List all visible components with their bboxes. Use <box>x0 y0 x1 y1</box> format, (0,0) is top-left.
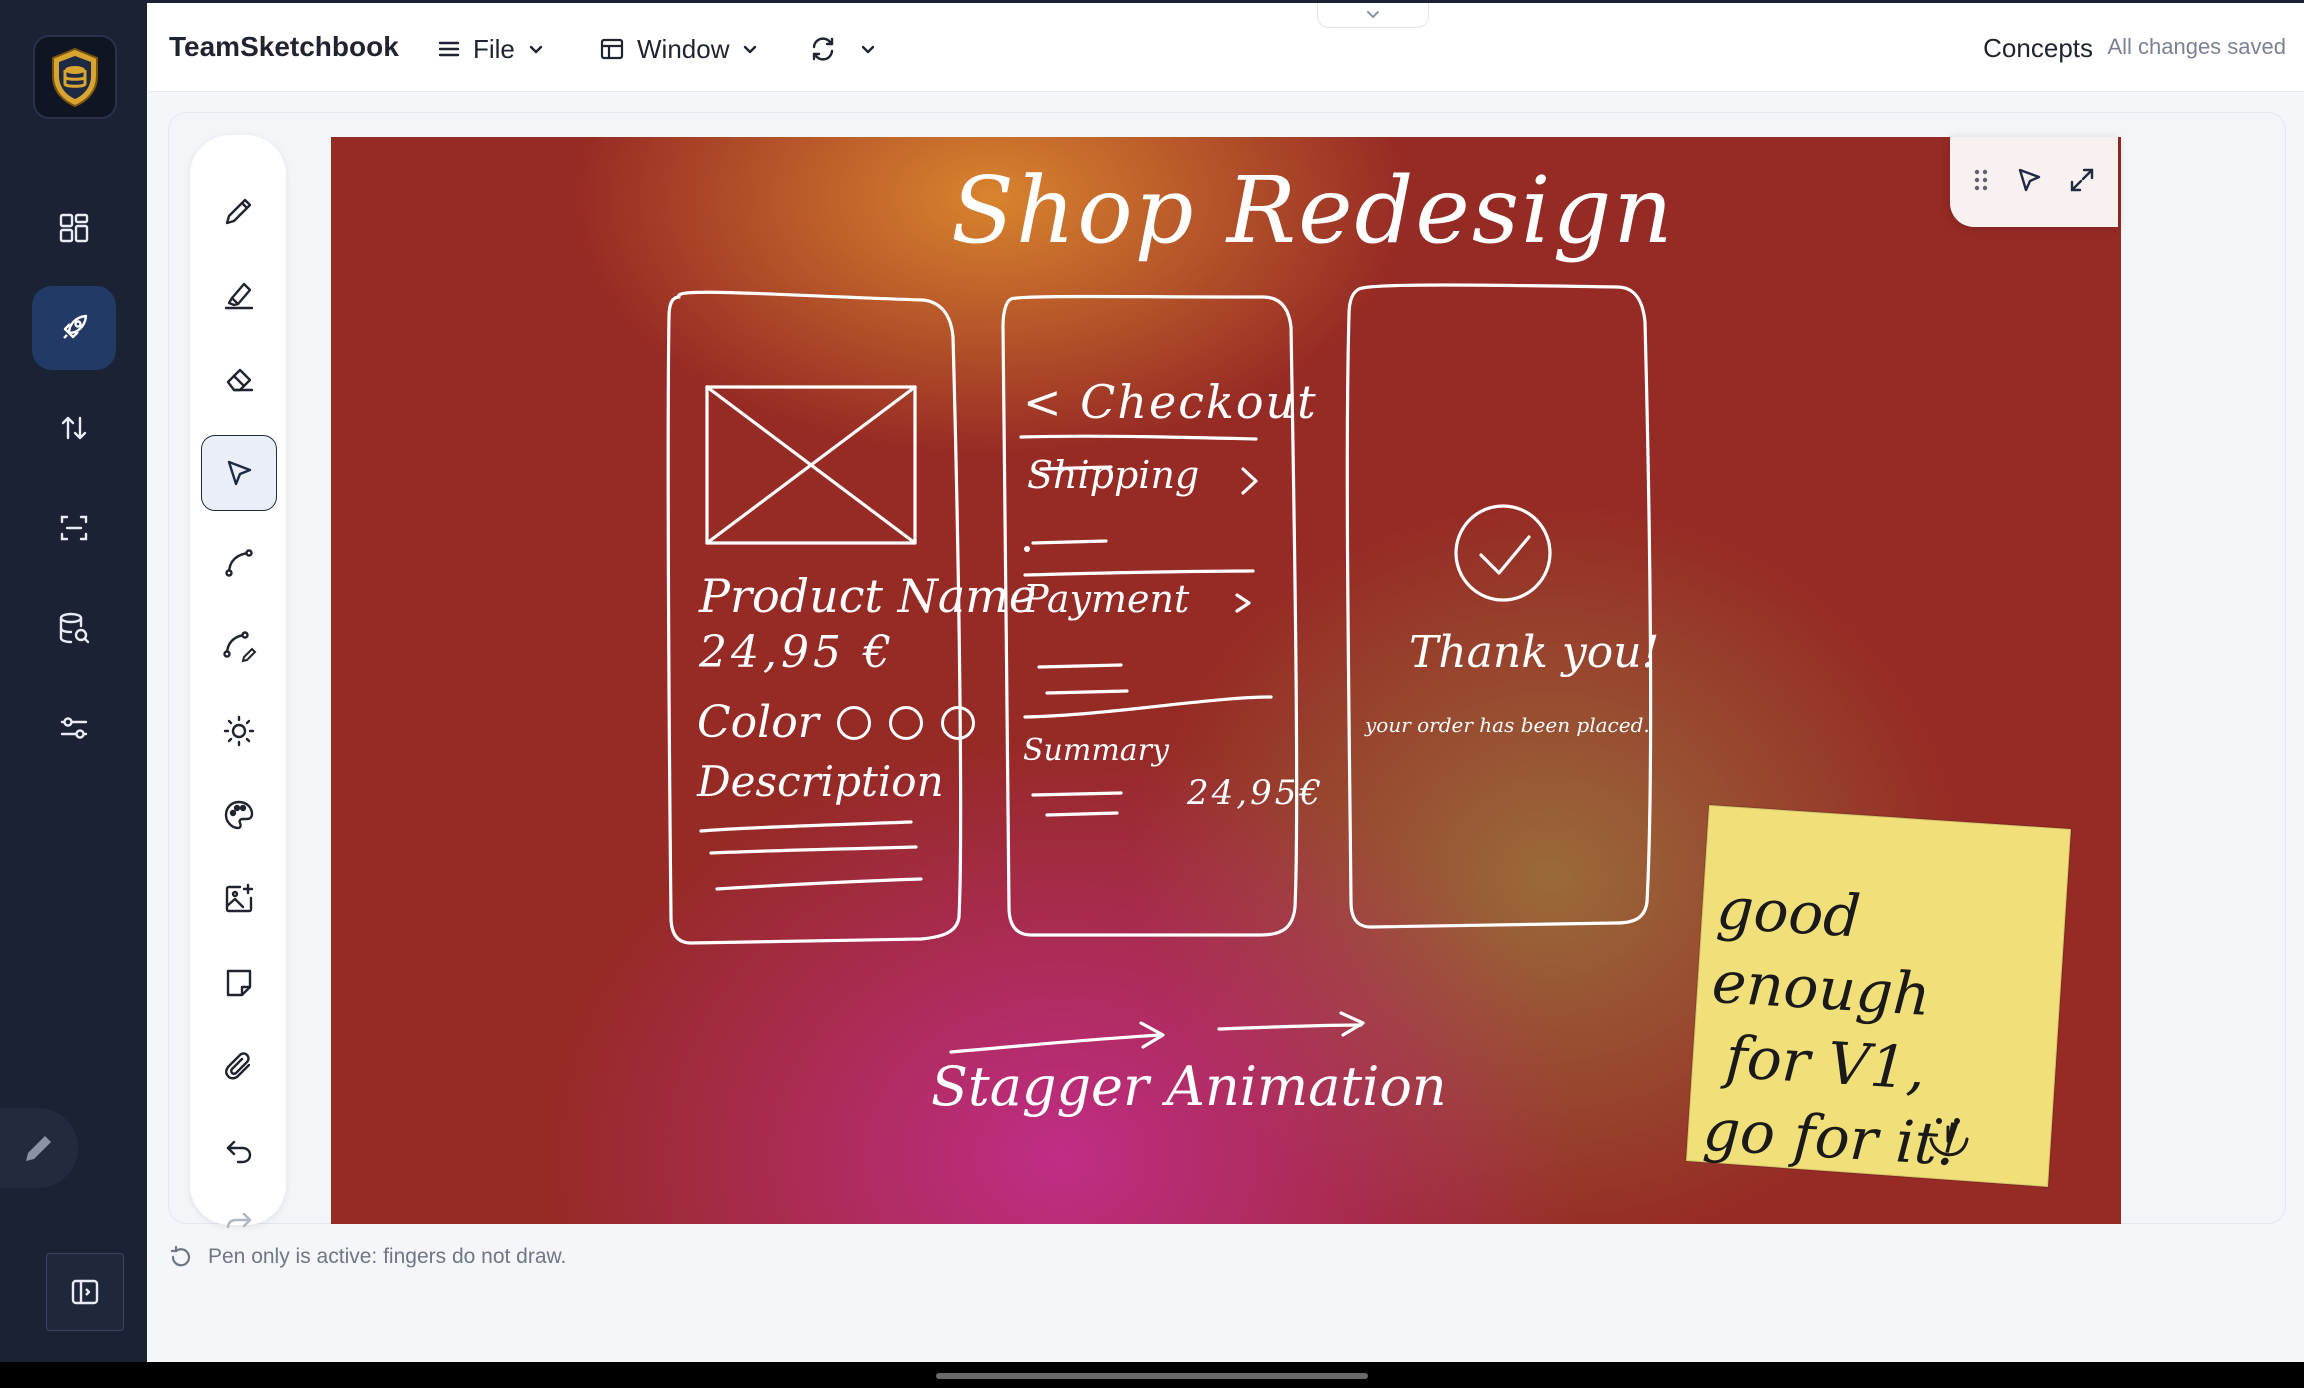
sync-menu[interactable] <box>809 27 877 71</box>
shield-logo-icon <box>52 47 98 108</box>
scan-icon <box>60 515 88 541</box>
highlighter-tool[interactable] <box>201 257 277 333</box>
database-search-icon <box>59 612 90 644</box>
canvas-select-button[interactable] <box>2015 166 2043 199</box>
sketch-title: Shop Redesign <box>951 157 1675 264</box>
sync-icon <box>812 37 834 61</box>
color-swatch <box>940 705 975 740</box>
color-row: Color <box>697 697 975 748</box>
color-swatch <box>836 705 871 740</box>
bezier-curve-icon <box>225 549 253 577</box>
palette-icon <box>224 800 254 830</box>
sketch-canvas[interactable]: Shop Redesign Product Name 24,95 € Color… <box>331 137 2121 1224</box>
select-tool[interactable] <box>201 435 277 511</box>
window-layout-icon <box>600 38 624 60</box>
curve-tool[interactable] <box>201 525 277 601</box>
chevron-down-icon <box>529 45 543 54</box>
chevron-down-icon <box>744 45 757 54</box>
bezier-edit-icon <box>223 631 257 663</box>
cursor-arrow-icon <box>227 460 252 486</box>
add-image-tool[interactable] <box>201 861 277 937</box>
redo-icon <box>226 1212 252 1229</box>
sort-arrows-icon <box>61 416 87 440</box>
product-price-text: 24,95 € <box>699 627 895 678</box>
sticky-note-line: good enough <box>1710 873 1933 1030</box>
app-title: TeamSketchbook <box>169 31 399 62</box>
hamburger-icon <box>438 41 460 57</box>
thank-you-text: Thank you! <box>1409 627 1660 678</box>
order-placed-text: your order has been placed. <box>1365 713 1650 737</box>
top-header: TeamSketchbook File Window Concepts All … <box>147 0 2304 92</box>
file-menu[interactable]: File <box>437 27 545 71</box>
highlighter-icon <box>224 282 254 310</box>
window-menu[interactable]: Window <box>599 27 759 71</box>
cursor-arrow-icon <box>2018 168 2041 191</box>
home-indicator[interactable] <box>936 1373 1368 1379</box>
dashboard-icon <box>59 213 89 243</box>
rocket-icon <box>63 314 88 339</box>
canvas-float-toolbar <box>1950 137 2118 227</box>
rail-pen-button[interactable] <box>0 1108 78 1188</box>
summary-text: Summary <box>1023 733 1169 768</box>
undo-button[interactable] <box>201 1113 277 1189</box>
description-text: Description <box>697 757 944 806</box>
curve-edit-tool[interactable] <box>201 609 277 685</box>
window-menu-label: Window <box>637 33 730 64</box>
pen-only-status: Pen only is active: fingers do not draw. <box>208 1245 567 1268</box>
pencil-icon <box>225 198 252 225</box>
drawing-toolbar <box>190 135 286 1229</box>
brightness-tool[interactable] <box>201 693 277 769</box>
checkout-header-text: < Checkout <box>1023 375 1318 429</box>
note-tool[interactable] <box>201 945 277 1021</box>
image-plus-icon <box>225 883 254 913</box>
sticky-note-text: good enough for V1, go for it! <box>1701 871 2058 1187</box>
left-rail <box>0 0 147 1362</box>
eraser-icon <box>226 368 254 392</box>
smiley-icon <box>1929 1118 1969 1157</box>
color-palette-tool[interactable] <box>201 777 277 853</box>
rail-settings[interactable] <box>32 686 116 770</box>
pencil-tool[interactable] <box>201 173 277 249</box>
stagger-animation-text: Stagger Animation <box>931 1055 1447 1118</box>
chevron-down-icon <box>1367 11 1379 19</box>
pencil-icon <box>26 1136 51 1161</box>
total-text: 24,95€ <box>1187 773 1324 813</box>
sticky-note-icon <box>226 969 252 997</box>
expand-icon <box>2070 168 2093 191</box>
rail-dashboard[interactable] <box>32 186 116 270</box>
save-status: All changes saved <box>2107 34 2286 59</box>
collapse-sidebar-button[interactable] <box>46 1253 124 1331</box>
paperclip-icon <box>225 1052 251 1080</box>
product-name-text: Product Name <box>699 569 1037 623</box>
sun-icon <box>223 715 255 747</box>
pull-down-tab[interactable] <box>1317 3 1429 28</box>
payment-text: Payment <box>1023 577 1190 621</box>
fullscreen-button[interactable] <box>2068 166 2096 199</box>
shipping-text: Shipping <box>1027 453 1200 497</box>
sketch-dot <box>1024 546 1030 552</box>
undo-icon <box>226 1140 252 1164</box>
app-logo[interactable] <box>33 35 117 119</box>
rail-sort[interactable] <box>32 386 116 470</box>
section-title[interactable]: Concepts <box>1983 33 2093 64</box>
rail-scan[interactable] <box>32 486 116 570</box>
attachment-tool[interactable] <box>201 1029 277 1105</box>
eraser-tool[interactable] <box>201 341 277 417</box>
rail-database-search[interactable] <box>32 586 116 670</box>
status-bar: Pen only is active: fingers do not draw. <box>168 1244 566 1270</box>
color-swatch <box>888 705 923 740</box>
rail-launch[interactable] <box>32 286 116 370</box>
chevron-down-icon <box>861 45 875 54</box>
reset-icon[interactable] <box>168 1244 194 1270</box>
drag-handle[interactable] <box>1972 167 1990 198</box>
app-window: TeamSketchbook File Window Concepts All … <box>0 0 2304 1362</box>
color-label-text: Color <box>697 697 819 748</box>
file-menu-label: File <box>473 33 515 64</box>
grip-dots-icon <box>1975 169 1988 190</box>
sidebar-toggle-icon <box>71 1279 99 1305</box>
sliders-icon <box>60 717 88 739</box>
